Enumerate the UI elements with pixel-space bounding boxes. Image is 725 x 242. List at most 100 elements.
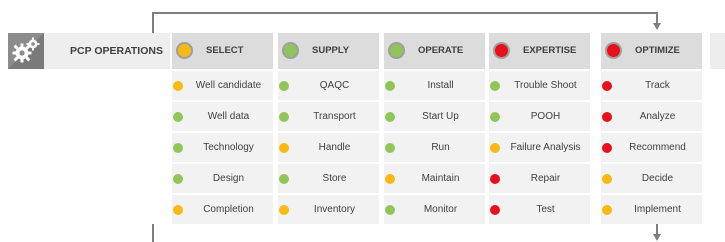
list-item: Analyze <box>601 102 702 131</box>
column-select: SELECT Well candidate Well data Technology D… <box>172 33 273 226</box>
list-item-label: Decide <box>641 173 674 184</box>
list-item-label: Well candidate <box>195 80 262 91</box>
list-item: QAQC <box>278 71 379 100</box>
list-item: Decide <box>601 164 702 193</box>
list-item-label: QAQC <box>319 80 350 91</box>
loop-line-left <box>152 12 154 33</box>
list-item: Test <box>489 195 590 224</box>
status-dot-icon <box>279 81 289 91</box>
list-item: Start Up <box>384 102 485 131</box>
status-dot-icon <box>493 42 510 59</box>
status-dot-icon <box>602 205 612 215</box>
list-item: Handle <box>278 133 379 162</box>
loop-line-top <box>152 12 658 14</box>
list-item: Implement <box>601 195 702 224</box>
column-optimize: OPTIMIZE Track Analyze Recommend Decide Imple… <box>601 33 702 226</box>
status-dot-icon <box>602 112 612 122</box>
list-item-label: Test <box>536 204 555 215</box>
list-item: Trouble Shoot <box>489 71 590 100</box>
column-header-label: OPTIMIZE <box>635 45 680 56</box>
list-item: Transport <box>278 102 379 131</box>
list-item: Recommend <box>601 133 702 162</box>
column-header-select: SELECT <box>172 33 273 69</box>
status-dot-icon <box>602 81 612 91</box>
status-dot-icon <box>385 174 395 184</box>
status-dot-icon <box>385 112 395 122</box>
status-dot-icon <box>385 205 395 215</box>
list-item: Install <box>384 71 485 100</box>
list-item-label: Inventory <box>313 204 356 215</box>
list-item-label: Maintain <box>421 173 460 184</box>
loop-line-bottom-left <box>152 224 154 242</box>
list-item-label: Track <box>645 80 670 91</box>
list-item-label: Handle <box>318 142 351 153</box>
column-header-supply: SUPPLY <box>278 33 379 69</box>
status-dot-icon <box>279 112 289 122</box>
column-header-operate: OPERATE <box>384 33 485 69</box>
column-supply: SUPPLY QAQC Transport Handle Store Inventory <box>278 33 379 226</box>
list-item: Maintain <box>384 164 485 193</box>
list-item-label: Implement <box>634 204 681 215</box>
list-item-label: Transport <box>313 111 356 122</box>
list-item: Track <box>601 71 702 100</box>
list-item: Monitor <box>384 195 485 224</box>
status-dot-icon <box>385 143 395 153</box>
list-item: Well data <box>172 102 273 131</box>
status-dot-icon <box>490 205 500 215</box>
list-item-label: Failure Analysis <box>510 142 581 153</box>
diagram-title: PCP OPERATIONS <box>70 45 163 57</box>
list-item-label: Repair <box>530 173 561 184</box>
status-dot-icon <box>490 143 500 153</box>
column-expertise: EXPERTISE Trouble Shoot POOH Failure Analys… <box>489 33 590 226</box>
list-item-label: Design <box>212 173 245 184</box>
list-item: Completion <box>172 195 273 224</box>
list-item: Well candidate <box>172 71 273 100</box>
list-item: Failure Analysis <box>489 133 590 162</box>
list-item-label: Trouble Shoot <box>514 80 577 91</box>
column-header-label: SUPPLY <box>312 45 350 56</box>
status-dot-icon <box>176 42 193 59</box>
header-band-end <box>710 33 725 69</box>
list-item-label: Store <box>322 173 347 184</box>
list-item: POOH <box>489 102 590 131</box>
status-dot-icon <box>173 174 183 184</box>
title-band: PCP OPERATIONS <box>8 33 170 69</box>
column-header-optimize: OPTIMIZE <box>601 33 702 69</box>
status-dot-icon <box>279 174 289 184</box>
status-dot-icon <box>602 174 612 184</box>
list-item-label: Well data <box>207 111 250 122</box>
status-dot-icon <box>279 143 289 153</box>
status-dot-icon <box>173 81 183 91</box>
arrow-down-icon <box>653 23 661 30</box>
status-dot-icon <box>490 112 500 122</box>
status-dot-icon <box>173 112 183 122</box>
status-dot-icon <box>602 143 612 153</box>
status-dot-icon <box>490 174 500 184</box>
column-header-label: EXPERTISE <box>523 45 577 56</box>
pcp-operations-diagram: PCP OPERATIONS SELECT Well candidate Well … <box>0 0 725 242</box>
list-item: Repair <box>489 164 590 193</box>
gears-icon <box>8 33 44 69</box>
list-item-label: Recommend <box>629 142 686 153</box>
status-dot-icon <box>173 143 183 153</box>
list-item-label: Completion <box>203 204 254 215</box>
status-dot-icon <box>173 205 183 215</box>
arrow-down-icon <box>653 234 661 241</box>
list-item-label: Run <box>431 142 450 153</box>
status-dot-icon <box>605 42 622 59</box>
column-operate: OPERATE Install Start Up Run Maintain Monitor <box>384 33 485 226</box>
list-item-label: Analyze <box>639 111 676 122</box>
column-header-label: OPERATE <box>418 45 464 56</box>
list-item-label: POOH <box>530 111 561 122</box>
list-item: Technology <box>172 133 273 162</box>
list-item-label: Monitor <box>423 204 458 215</box>
list-item: Inventory <box>278 195 379 224</box>
list-item-label: Start Up <box>422 111 459 122</box>
list-item: Store <box>278 164 379 193</box>
status-dot-icon <box>279 205 289 215</box>
status-dot-icon <box>490 81 500 91</box>
list-item: Run <box>384 133 485 162</box>
column-header-label: SELECT <box>206 45 244 56</box>
list-item-label: Technology <box>203 142 254 153</box>
list-item-label: Install <box>427 80 454 91</box>
